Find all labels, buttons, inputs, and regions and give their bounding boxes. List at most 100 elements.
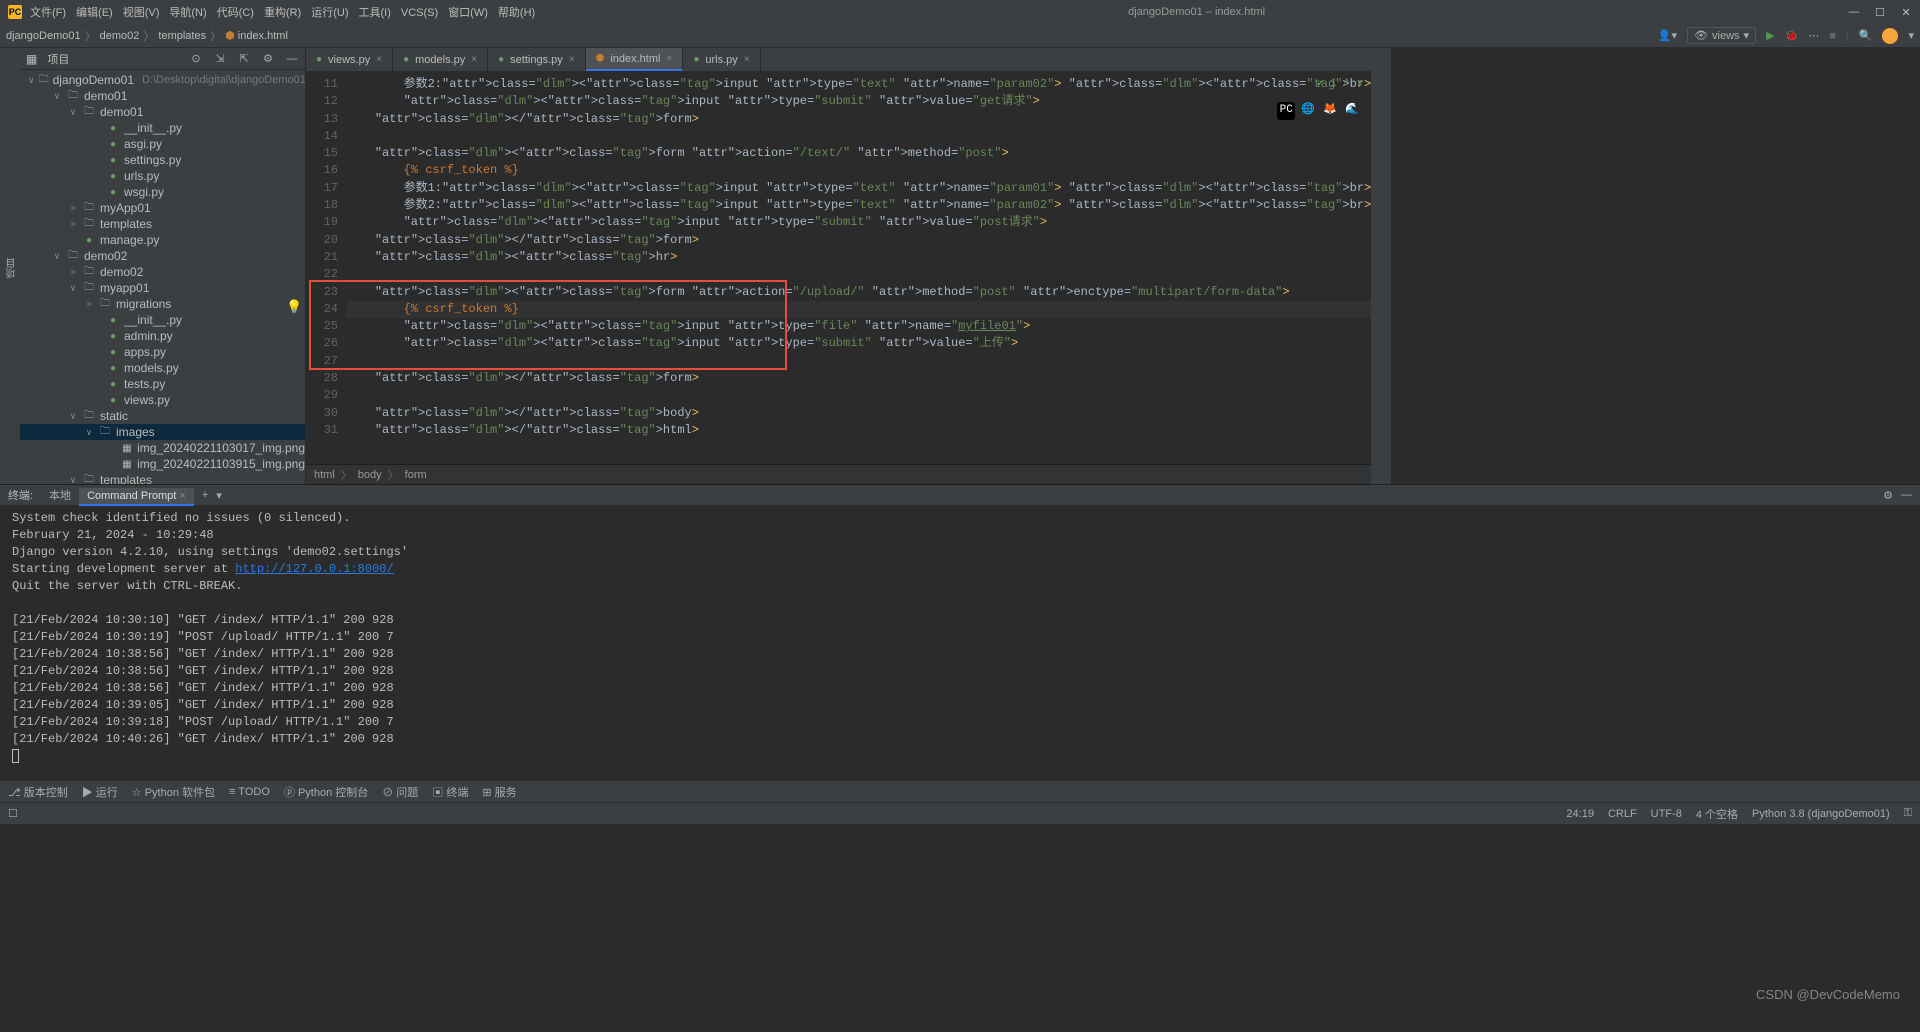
crumb-segment[interactable]: templates xyxy=(158,30,206,42)
bottom-tool-item[interactable]: ▶ 运行 xyxy=(82,784,118,800)
select-opened-icon[interactable]: ⊙ xyxy=(189,52,203,66)
status-item[interactable]: 4 个空格 xyxy=(1696,806,1738,822)
firefox-icon[interactable]: 🦊 xyxy=(1321,102,1339,120)
user-icon[interactable]: 👤▾ xyxy=(1658,29,1677,42)
search-icon[interactable]: 🔍 xyxy=(1859,29,1873,42)
status-left[interactable]: ☐ xyxy=(8,807,18,820)
close-tab-icon[interactable]: × xyxy=(376,54,382,65)
editor-tab[interactable]: ⬢index.html× xyxy=(586,48,684,71)
terminal-hide-icon[interactable]: — xyxy=(1901,489,1912,501)
close-tab-icon[interactable]: × xyxy=(471,54,477,65)
editor-tab[interactable]: ●views.py× xyxy=(306,48,393,71)
inspections-widget[interactable]: ✔ 1 ^ ∨ xyxy=(1317,76,1363,93)
tree-item[interactable]: ▦img_20240221103017_img.png xyxy=(20,440,305,456)
bottom-tool-item[interactable]: ⎇ 版本控制 xyxy=(8,784,68,800)
editor-tab[interactable]: ●models.py× xyxy=(393,48,488,71)
tree-item[interactable]: ∨🗀myapp01 xyxy=(20,280,305,296)
tree-item[interactable]: ●asgi.py xyxy=(20,136,305,152)
status-item[interactable]: Python 3.8 (djangoDemo01) xyxy=(1752,808,1890,820)
menu-item[interactable]: VCS(S) xyxy=(401,7,438,19)
gear-icon[interactable]: ⚙ xyxy=(261,52,275,66)
stop-button[interactable]: ■ xyxy=(1829,30,1836,42)
editor-tab[interactable]: ●settings.py× xyxy=(488,48,585,71)
close-button[interactable]: ✕ xyxy=(1900,6,1912,19)
chrome-icon[interactable]: 🌐 xyxy=(1299,102,1317,120)
tree-item[interactable]: ∨🗀demo01 xyxy=(20,88,305,104)
status-item[interactable]: ⚿ xyxy=(1904,807,1912,820)
left-tool-strip[interactable]: 项目 xyxy=(0,48,20,484)
minimize-button[interactable]: — xyxy=(1848,6,1860,19)
terminal-dropdown-icon[interactable]: ▾ xyxy=(216,489,222,502)
bottom-tool-item[interactable]: ≡ TODO xyxy=(229,786,270,798)
tree-item[interactable]: ●__init__.py xyxy=(20,120,305,136)
collapse-icon[interactable]: ⇱ xyxy=(237,52,251,66)
close-tab-icon[interactable]: × xyxy=(744,54,750,65)
project-tree[interactable]: ∨🗀djangoDemo01D:\Desktop\digital\djangoD… xyxy=(20,70,305,484)
crumb-segment[interactable]: demo02 xyxy=(100,30,140,42)
tree-item[interactable]: ●models.py xyxy=(20,360,305,376)
tree-item[interactable]: ●urls.py xyxy=(20,168,305,184)
maximize-button[interactable]: ☐ xyxy=(1874,6,1886,19)
menu-item[interactable]: 工具(I) xyxy=(359,7,391,19)
close-tab-icon[interactable]: × xyxy=(666,53,672,64)
editor-crumb[interactable]: form xyxy=(405,469,427,481)
menu-item[interactable]: 运行(U) xyxy=(311,7,348,19)
tree-item[interactable]: ●admin.py xyxy=(20,328,305,344)
menu-item[interactable]: 重构(R) xyxy=(264,7,301,19)
status-item[interactable]: UTF-8 xyxy=(1651,808,1682,820)
tree-item[interactable]: ∨🗀static xyxy=(20,408,305,424)
menu-item[interactable]: 窗口(W) xyxy=(448,7,488,19)
more-run-button[interactable]: ⋯ xyxy=(1808,29,1819,42)
bottom-tool-item[interactable]: ⊞ 服务 xyxy=(482,784,516,800)
terminal-tab[interactable]: 本地 xyxy=(41,488,79,504)
crumb-segment[interactable]: ⬢ index.html xyxy=(225,29,288,42)
code-editor[interactable]: 1112131415161718192021222324252627282930… xyxy=(306,72,1371,464)
terminal-tab[interactable]: Command Prompt × xyxy=(79,488,194,506)
menu-item[interactable]: 编辑(E) xyxy=(76,7,113,19)
tree-item[interactable]: ●apps.py xyxy=(20,344,305,360)
expand-icon[interactable]: ⇲ xyxy=(213,52,227,66)
intention-bulb-icon[interactable]: 💡 xyxy=(286,299,302,316)
menu-item[interactable]: 视图(V) xyxy=(123,7,160,19)
run-button[interactable]: ▶ xyxy=(1766,29,1774,42)
tree-item[interactable]: ∨🗀images xyxy=(20,424,305,440)
tree-item[interactable]: ●__init__.py xyxy=(20,312,305,328)
code-content[interactable]: 参数2:"attr">class="dlm"><"attr">class="ta… xyxy=(344,72,1371,464)
tree-item[interactable]: ∨🗀demo02 xyxy=(20,248,305,264)
tree-item[interactable]: ∨🗀djangoDemo01D:\Desktop\digital\djangoD… xyxy=(20,72,305,88)
status-item[interactable]: CRLF xyxy=(1608,808,1637,820)
run-config-selector[interactable]: 👁 views ▾ xyxy=(1687,27,1756,44)
right-tool-strip[interactable] xyxy=(1371,48,1391,484)
tree-item[interactable]: ●manage.py xyxy=(20,232,305,248)
bottom-tool-item[interactable]: ☆ Python 软件包 xyxy=(132,784,215,800)
menu-item[interactable]: 帮助(H) xyxy=(498,7,535,19)
edge-icon[interactable]: 🌊 xyxy=(1343,102,1361,120)
menu-item[interactable]: 代码(C) xyxy=(217,7,254,19)
tree-item[interactable]: ∨🗀demo01 xyxy=(20,104,305,120)
hide-icon[interactable]: — xyxy=(285,52,299,66)
tree-item[interactable]: ∨🗀templates xyxy=(20,472,305,484)
debug-button[interactable]: 🐞 xyxy=(1785,29,1799,42)
bottom-tool-item[interactable]: ⓟ Python 控制台 xyxy=(284,784,368,800)
tree-item[interactable]: ●settings.py xyxy=(20,152,305,168)
tree-item[interactable]: ●wsgi.py xyxy=(20,184,305,200)
terminal-gear-icon[interactable]: ⚙ xyxy=(1883,489,1893,502)
menu-item[interactable]: 文件(F) xyxy=(30,7,66,19)
settings-dropdown-icon[interactable]: ▾ xyxy=(1908,29,1914,42)
builtin-preview-icon[interactable]: PC xyxy=(1277,102,1295,120)
tree-item[interactable]: >🗀templates xyxy=(20,216,305,232)
tree-item[interactable]: >🗀migrations xyxy=(20,296,305,312)
breadcrumb[interactable]: djangoDemo01〉demo02〉templates〉⬢ index.ht… xyxy=(6,28,288,44)
editor-tab[interactable]: ●urls.py× xyxy=(683,48,760,71)
terminal-output[interactable]: System check identified no issues (0 sil… xyxy=(0,506,1920,780)
status-item[interactable]: 24:19 xyxy=(1566,808,1594,820)
project-tool-icon[interactable]: ▦ xyxy=(26,52,37,66)
new-terminal-tab-icon[interactable]: + xyxy=(202,489,208,501)
bottom-tool-item[interactable]: ⊘ 问题 xyxy=(382,784,418,800)
menu-item[interactable]: 导航(N) xyxy=(169,7,206,19)
tree-item[interactable]: ▦img_20240221103915_img.png xyxy=(20,456,305,472)
editor-crumb[interactable]: html xyxy=(314,469,335,481)
tree-item[interactable]: ●tests.py xyxy=(20,376,305,392)
tree-item[interactable]: >🗀myApp01 xyxy=(20,200,305,216)
tree-item[interactable]: >🗀demo02 xyxy=(20,264,305,280)
